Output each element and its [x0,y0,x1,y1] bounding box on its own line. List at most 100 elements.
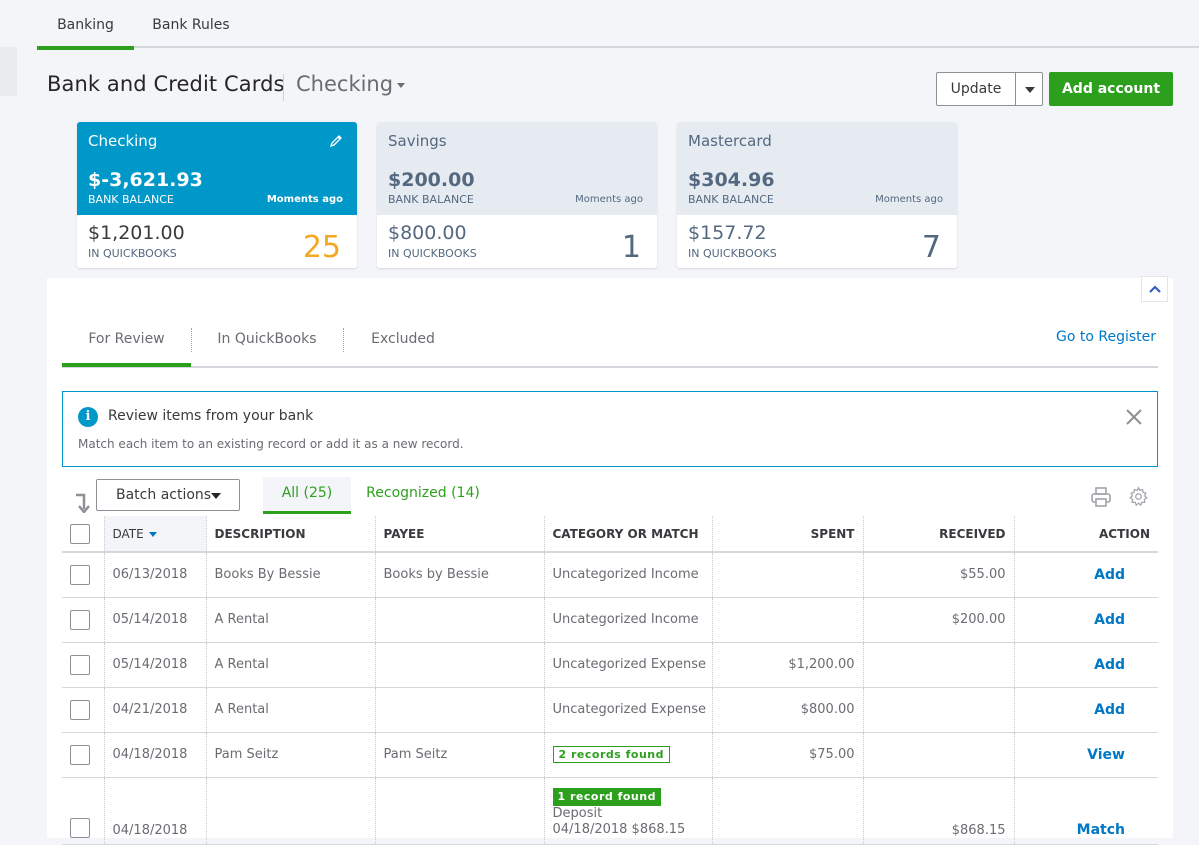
quickbooks-balance-label: IN QUICKBOOKS [688,247,777,260]
description-cell: A Rental [205,597,375,643]
page-title: Bank and Credit Cards [47,72,285,96]
go-to-register-link[interactable]: Go to Register [1056,329,1156,345]
column-header-action: ACTION [1013,516,1158,553]
record-found-badge[interactable]: 1 record found [552,787,661,806]
records-found-badge[interactable]: 2 records found [552,746,671,763]
spent-cell: $800.00 [711,687,863,733]
view-action-link[interactable]: View [1013,732,1158,778]
caret-down-icon [397,82,406,88]
updated-time: Moments ago [266,194,343,205]
row-select-cell [62,777,104,845]
payee-cell [374,687,544,733]
column-header-category[interactable]: CATEGORY OR MATCH [543,516,712,553]
category-cell[interactable]: Uncategorized Income [543,597,712,643]
title-divider [283,74,284,101]
table-row[interactable]: 04/18/2018 1 record found Deposit 04/18/… [62,777,1158,845]
description-cell: A Rental [205,642,375,688]
add-action-link[interactable]: Add [1013,687,1158,733]
batch-arrow-icon [76,493,90,513]
row-checkbox[interactable] [70,654,90,675]
table-row[interactable]: 05/14/2018 A Rental Uncategorized Expens… [62,642,1158,688]
description-cell: Books By Bessie [205,552,375,598]
quickbooks-balance: $157.72 [688,222,767,244]
tab-in-quickbooks[interactable]: In QuickBooks [191,318,343,366]
print-icon[interactable] [1090,486,1112,508]
sort-desc-icon [148,531,157,537]
table-row[interactable]: 04/18/2018 Pam Seitz Pam Seitz 2 records… [62,732,1158,778]
date-cell: 06/13/2018 [103,552,206,598]
update-dropdown-button[interactable] [1015,72,1043,106]
category-cell[interactable]: Uncategorized Income [543,552,712,598]
match-detail: 04/18/2018 $868.15 [552,821,686,837]
tab-excluded[interactable]: Excluded [343,318,463,366]
column-header-date[interactable]: DATE [103,516,206,553]
bank-balance-label: BANK BALANCE [388,193,474,206]
add-action-link[interactable]: Add [1013,642,1158,688]
row-checkbox[interactable] [70,817,90,838]
account-card-mastercard[interactable]: Mastercard $304.96 BANK BALANCE Moments … [677,122,957,268]
account-card-checking[interactable]: Checking $-3,621.93 BANK BALANCE Moments… [77,122,357,268]
card-bank-section: Mastercard $304.96 BANK BALANCE Moments … [677,122,957,215]
caret-down-icon [211,493,221,499]
tab-bank-rules[interactable]: Bank Rules [147,0,235,48]
close-icon[interactable] [1125,408,1143,426]
table-header-row: DATE DESCRIPTION PAYEE CATEGORY OR MATCH… [62,516,1158,553]
quickbooks-balance-label: IN QUICKBOOKS [88,247,177,260]
spent-cell [711,597,863,643]
row-checkbox[interactable] [70,699,90,720]
column-header-received[interactable]: RECEIVED [862,516,1014,553]
bank-balance: $200.00 [388,169,475,191]
payee-cell [374,777,544,845]
card-bank-section: Savings $200.00 BANK BALANCE Moments ago [377,122,657,215]
row-select-cell [62,597,104,643]
filter-all[interactable]: All (25) [263,477,351,514]
batch-actions-label: Batch actions [116,487,212,503]
add-account-button[interactable]: Add account [1049,72,1173,106]
pencil-icon[interactable] [329,134,343,148]
spent-cell [711,777,863,845]
row-checkbox[interactable] [70,744,90,765]
batch-actions-dropdown[interactable]: Batch actions [96,479,240,511]
payee-cell: Pam Seitz [374,732,544,778]
caret-down-icon [1025,87,1035,93]
received-cell: $868.15 [862,777,1014,845]
tab-for-review[interactable]: For Review [62,318,191,367]
card-bank-section: Checking $-3,621.93 BANK BALANCE Moments… [77,122,357,215]
account-name: Mastercard [688,132,772,150]
review-count: 7 [921,230,941,265]
add-action-link[interactable]: Add [1013,597,1158,643]
filter-recognized[interactable]: Recognized (14) [360,477,486,514]
quickbooks-balance: $1,201.00 [88,222,185,244]
account-selector[interactable]: Checking [296,72,406,96]
table-row[interactable]: 04/21/2018 A Rental Uncategorized Expens… [62,687,1158,733]
review-count: 1 [621,230,641,265]
review-info-banner: i Review items from your bank Match each… [62,391,1158,467]
add-action-link[interactable]: Add [1013,552,1158,598]
match-action-link[interactable]: Match [1013,777,1158,845]
review-tabs: For Review In QuickBooks Excluded [62,318,1158,368]
column-header-spent[interactable]: SPENT [711,516,863,553]
spent-cell: $1,200.00 [711,642,863,688]
account-name: Savings [388,132,447,150]
collapse-cards-button[interactable] [1141,276,1168,302]
row-checkbox[interactable] [70,609,90,630]
column-header-payee[interactable]: PAYEE [374,516,544,553]
date-cell: 04/21/2018 [103,687,206,733]
column-header-description[interactable]: DESCRIPTION [205,516,375,553]
table-row[interactable]: 06/13/2018 Books By Bessie Books by Bess… [62,552,1158,598]
bank-balance: $-3,621.93 [88,169,203,191]
date-cell: 05/14/2018 [103,597,206,643]
tab-banking[interactable]: Banking [37,0,134,50]
category-cell[interactable]: Uncategorized Expense [543,687,712,733]
quickbooks-balance: $800.00 [388,222,467,244]
category-cell[interactable]: Uncategorized Expense [543,642,712,688]
update-button[interactable]: Update [936,72,1016,106]
table-row[interactable]: 05/14/2018 A Rental Uncategorized Income… [62,597,1158,643]
account-selector-value: Checking [296,72,394,96]
row-select-cell [62,687,104,733]
row-checkbox[interactable] [70,564,90,585]
account-card-savings[interactable]: Savings $200.00 BANK BALANCE Moments ago… [377,122,657,268]
select-all-checkbox[interactable] [70,523,90,544]
gear-icon[interactable] [1128,486,1149,507]
description-cell: Pam Seitz [205,732,375,778]
